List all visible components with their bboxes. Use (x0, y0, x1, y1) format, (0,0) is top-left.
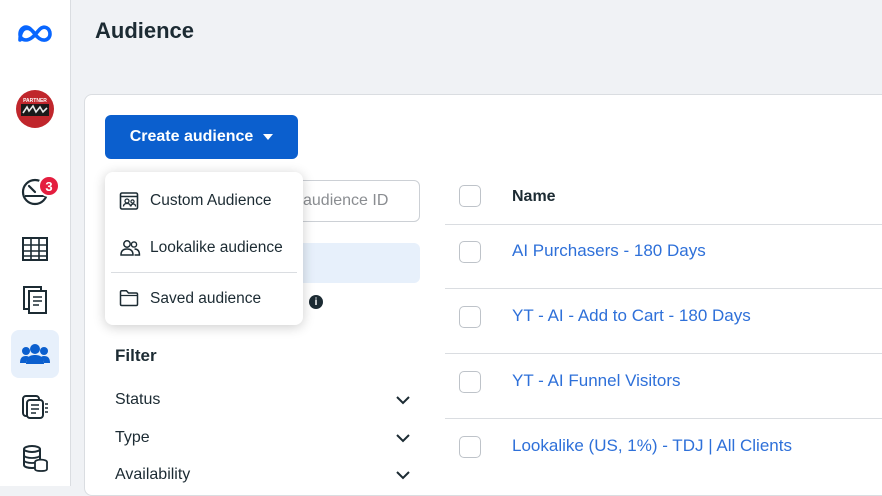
create-audience-label: Create audience (129, 128, 254, 145)
audience-people-icon[interactable] (11, 330, 59, 378)
lookalike-people-icon (120, 240, 141, 256)
search-input[interactable]: audience ID (290, 180, 420, 222)
table-row-name-link[interactable]: YT - AI - Add to Cart - 180 Days (512, 306, 751, 326)
table-row-name-link[interactable]: Lookalike (US, 1%) - TDJ | All Clients (512, 436, 792, 456)
filter-status[interactable]: Status (115, 391, 410, 409)
row-checkbox[interactable] (459, 241, 481, 263)
meta-logo-icon[interactable] (11, 10, 59, 58)
row-checkbox[interactable] (459, 436, 481, 458)
menu-item-custom-audience[interactable]: Custom Audience (105, 181, 303, 221)
select-all-checkbox[interactable] (459, 185, 481, 207)
left-nav-rail: PARTNER 3 (0, 0, 71, 486)
menu-item-label: Lookalike audience (150, 239, 283, 256)
filter-type-label: Type (115, 429, 150, 446)
menu-item-label: Saved audience (150, 290, 262, 307)
row-divider (445, 353, 882, 354)
database-icon[interactable] (11, 434, 59, 482)
row-divider (445, 418, 882, 419)
row-checkbox[interactable] (459, 371, 481, 393)
menu-item-saved-audience[interactable]: Saved audience (105, 279, 303, 319)
folder-icon (119, 290, 139, 307)
table-row-name-link[interactable]: AI Purchasers - 180 Days (512, 241, 706, 261)
notification-badge: 3 (38, 175, 60, 197)
table-icon[interactable] (11, 225, 59, 273)
filter-availability[interactable]: Availability (115, 466, 410, 484)
table-row-name-link[interactable]: YT - AI Funnel Visitors (512, 371, 681, 391)
create-audience-menu: Custom Audience Lookalike audience Saved… (105, 172, 303, 325)
filter-availability-label: Availability (115, 466, 191, 483)
filter-heading: Filter (115, 346, 157, 365)
search-placeholder: audience ID (303, 192, 389, 209)
row-divider (445, 224, 882, 225)
column-header-name[interactable]: Name (512, 188, 556, 206)
info-icon[interactable]: i (309, 295, 323, 309)
catalog-icon[interactable] (11, 383, 59, 431)
partner-avatar[interactable]: PARTNER (11, 85, 59, 133)
filter-status-label: Status (115, 391, 161, 408)
row-divider (445, 288, 882, 289)
pages-icon[interactable] (11, 276, 59, 324)
chevron-down-icon (396, 433, 410, 442)
row-checkbox[interactable] (459, 306, 481, 328)
chevron-down-icon (396, 395, 410, 404)
menu-item-label: Custom Audience (150, 192, 272, 209)
create-audience-button[interactable]: Create audience (105, 115, 298, 159)
page-title: Audience (95, 18, 195, 43)
chevron-down-icon (396, 470, 410, 479)
menu-divider (111, 272, 297, 273)
menu-item-lookalike-audience[interactable]: Lookalike audience (105, 228, 303, 268)
caret-down-icon (263, 134, 274, 140)
custom-audience-icon (119, 192, 139, 210)
avatar-text: PARTNER (23, 98, 47, 104)
filter-type[interactable]: Type (115, 429, 410, 447)
